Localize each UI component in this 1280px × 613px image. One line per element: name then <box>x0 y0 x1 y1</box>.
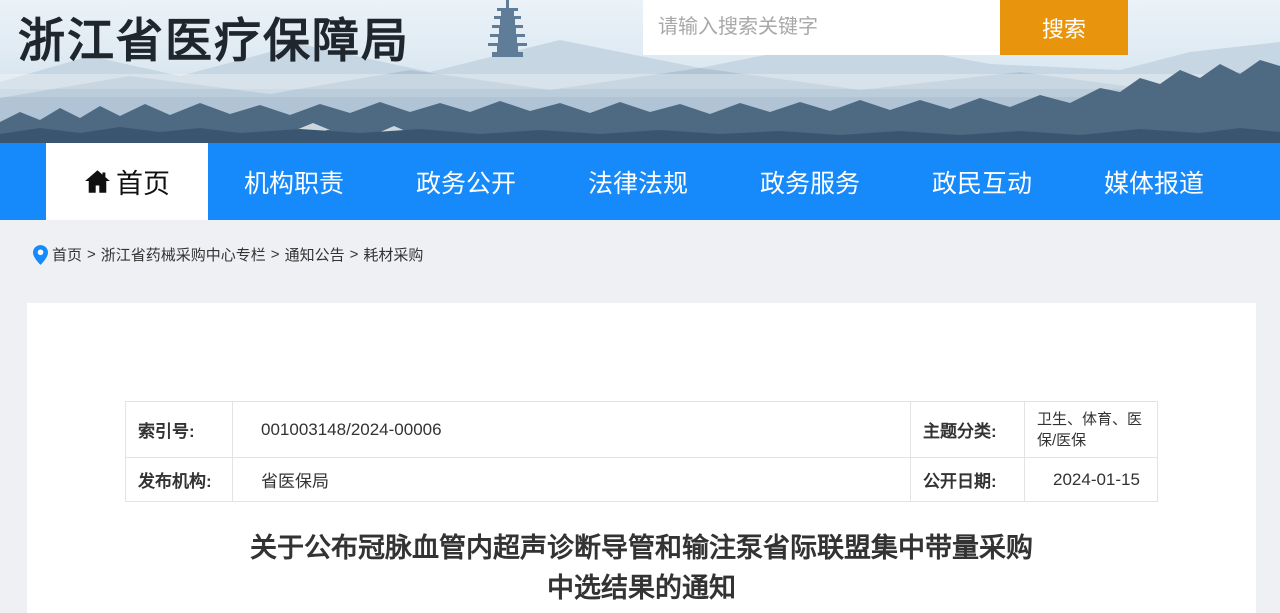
table-row: 发布机构: 省医保局 公开日期: 2024-01-15 <box>126 458 1158 502</box>
nav-item-gov-services[interactable]: 政务服务 <box>724 143 896 220</box>
breadcrumb-item-consumables[interactable]: 耗材采购 <box>363 244 423 265</box>
meta-value-index-number: 001003148/2024-00006 <box>233 402 911 458</box>
document-title: 关于公布冠脉血管内超声诊断导管和输注泵省际联盟集中带量采购 中选结果的通知 <box>27 528 1256 608</box>
search-box: 搜索 <box>643 0 1128 55</box>
nav-item-home[interactable]: 首页 <box>46 143 208 220</box>
content-panel: 索引号: 001003148/2024-00006 主题分类: 卫生、体育、医保… <box>27 303 1256 613</box>
meta-label-topic-category: 主题分类: <box>911 402 1025 458</box>
nav-item-label: 政务服务 <box>760 164 860 200</box>
breadcrumb-bar: 首页 > 浙江省药械采购中心专栏 > 通知公告 > 耗材采购 <box>0 220 1280 303</box>
search-input[interactable] <box>643 0 1000 55</box>
nav-item-label: 政务公开 <box>416 164 516 200</box>
nav-item-duties[interactable]: 机构职责 <box>208 143 380 220</box>
nav-item-label: 政民互动 <box>932 164 1032 200</box>
nav-item-label: 首页 <box>116 162 170 201</box>
nav-item-label: 法律法规 <box>588 164 688 200</box>
breadcrumb: 首页 > 浙江省药械采购中心专栏 > 通知公告 > 耗材采购 <box>33 244 423 265</box>
meta-value-issuing-agency: 省医保局 <box>233 458 911 502</box>
nav-item-laws[interactable]: 法律法规 <box>552 143 724 220</box>
home-icon <box>84 169 111 194</box>
meta-label-publish-date: 公开日期: <box>911 458 1025 502</box>
breadcrumb-item-notices[interactable]: 通知公告 <box>285 244 345 265</box>
search-button[interactable]: 搜索 <box>1000 0 1128 55</box>
document-meta-table: 索引号: 001003148/2024-00006 主题分类: 卫生、体育、医保… <box>125 401 1158 502</box>
nav-item-label: 媒体报道 <box>1104 164 1204 200</box>
nav-item-media[interactable]: 媒体报道 <box>1068 143 1240 220</box>
breadcrumb-item-home[interactable]: 首页 <box>52 244 82 265</box>
document-title-line1: 关于公布冠脉血管内超声诊断导管和输注泵省际联盟集中带量采购 <box>27 528 1256 568</box>
nav-item-gov-disclosure[interactable]: 政务公开 <box>380 143 552 220</box>
meta-label-issuing-agency: 发布机构: <box>126 458 233 502</box>
document-title-line2: 中选结果的通知 <box>27 568 1256 608</box>
pagoda-silhouette <box>488 0 527 57</box>
breadcrumb-item-procurement-center[interactable]: 浙江省药械采购中心专栏 <box>101 244 266 265</box>
site-title: 浙江省医疗保障局 <box>18 2 410 71</box>
nav-item-label: 机构职责 <box>244 164 344 200</box>
meta-label-index-number: 索引号: <box>126 402 233 458</box>
site-header: 浙江省医疗保障局 搜索 <box>0 0 1280 143</box>
breadcrumb-separator: > <box>350 246 359 263</box>
breadcrumb-separator: > <box>87 246 96 263</box>
meta-value-publish-date: 2024-01-15 <box>1025 458 1158 502</box>
breadcrumb-separator: > <box>271 246 280 263</box>
main-nav: 首页 机构职责 政务公开 法律法规 政务服务 政民互动 媒体报道 <box>0 143 1280 220</box>
table-row: 索引号: 001003148/2024-00006 主题分类: 卫生、体育、医保… <box>126 402 1158 458</box>
meta-value-topic-category: 卫生、体育、医保/医保 <box>1025 402 1158 458</box>
location-pin-icon <box>33 245 48 265</box>
nav-item-interaction[interactable]: 政民互动 <box>896 143 1068 220</box>
